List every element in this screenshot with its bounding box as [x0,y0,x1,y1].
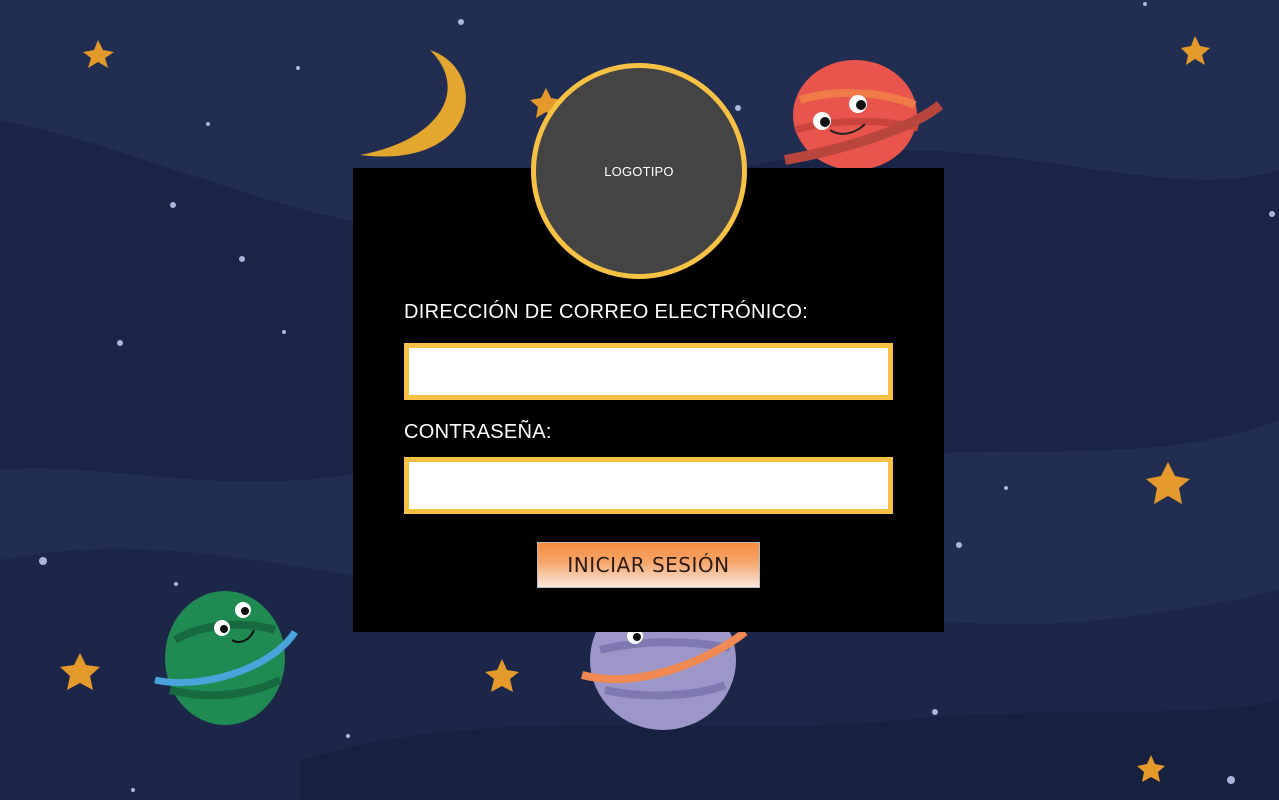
logo: LOGOTIPO [531,63,747,279]
password-field[interactable] [404,457,893,514]
login-button[interactable]: INICIAR SESIÓN [537,542,760,588]
email-field[interactable] [404,343,893,400]
logo-label: LOGOTIPO [604,163,674,179]
email-label: DIRECCIÓN DE CORREO ELECTRÓNICO: [404,301,809,323]
password-label: CONTRASEÑA: [404,421,552,443]
